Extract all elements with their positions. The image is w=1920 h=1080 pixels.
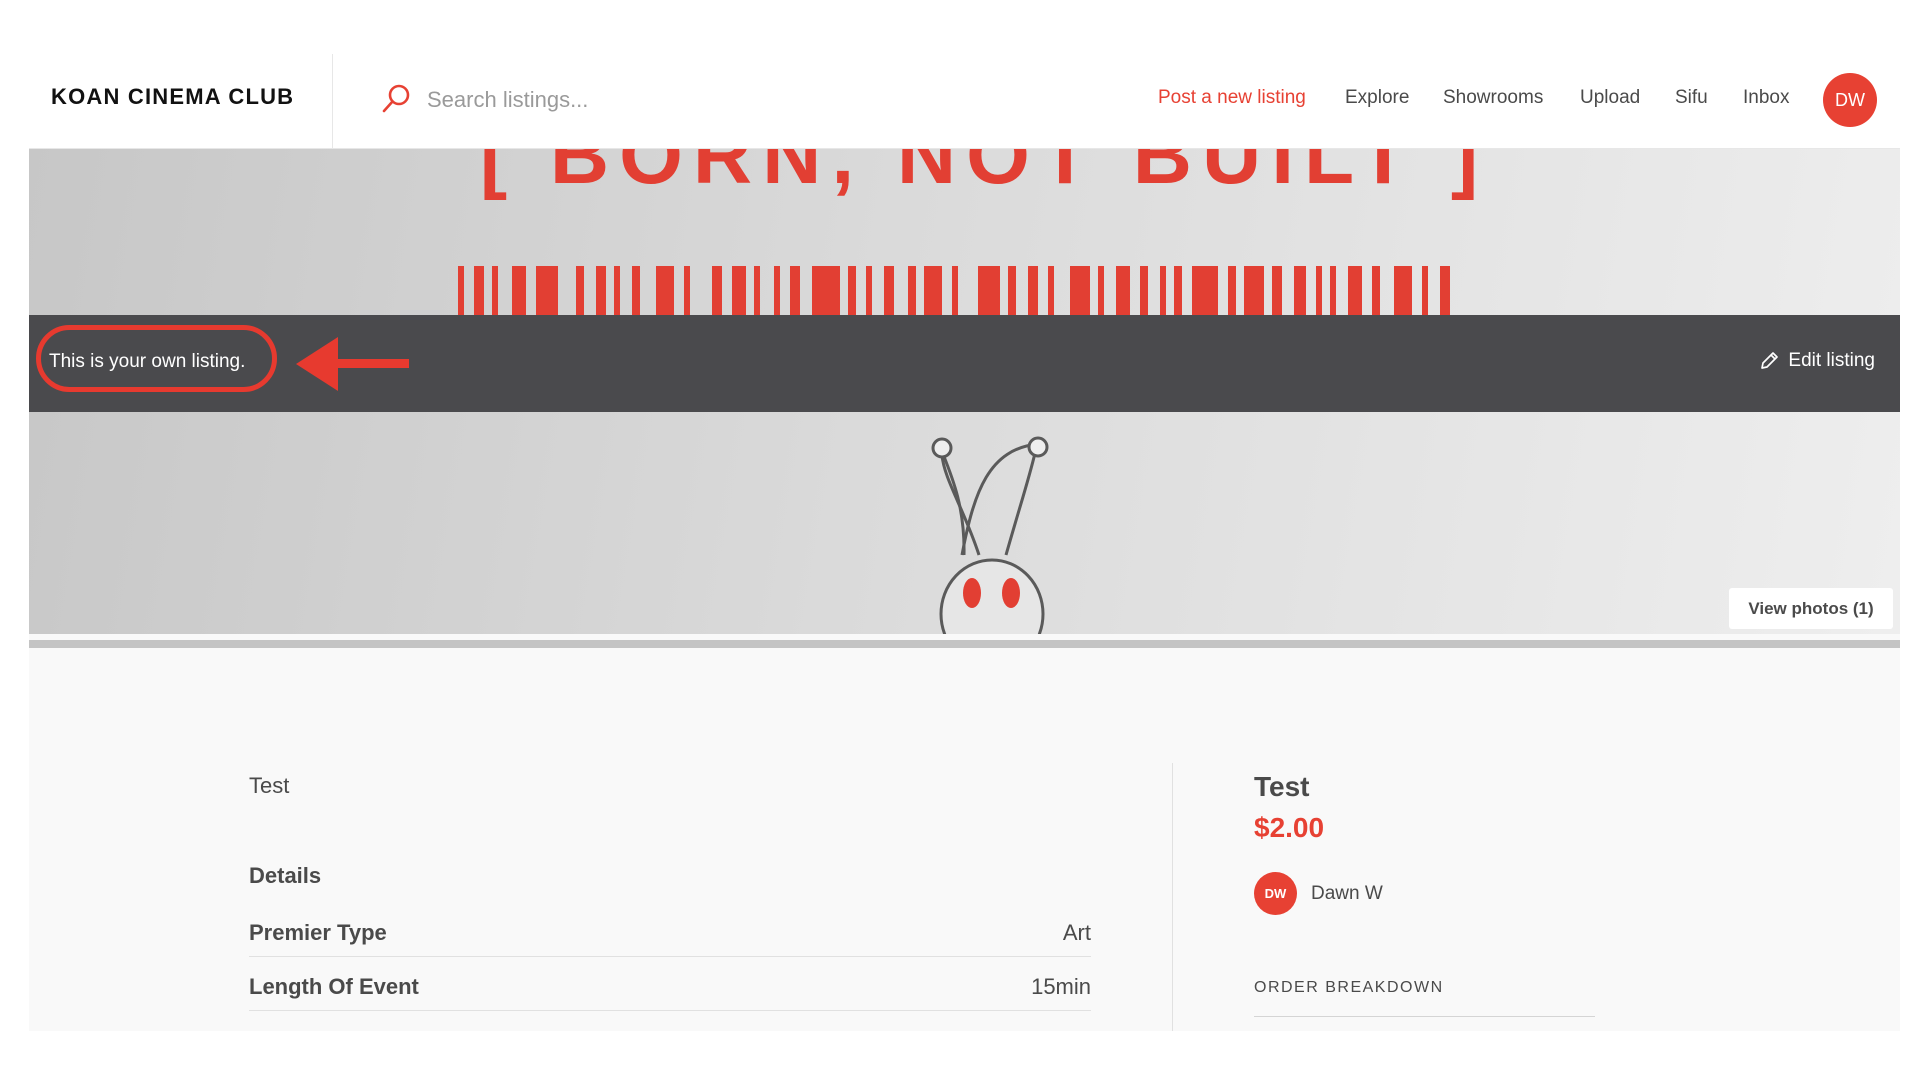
hero-art-text: [ BORN, NOT BUILT ]: [480, 149, 1488, 201]
listing-price: $2.00: [1254, 812, 1325, 843]
view-photos-button[interactable]: View photos (1): [1729, 588, 1893, 629]
nav-showrooms[interactable]: Showrooms: [1443, 87, 1543, 109]
listing-hero-image[interactable]: [ BORN, NOT BUILT ] This is your own lis…: [29, 149, 1900, 634]
details-heading: Details: [249, 863, 322, 888]
site-logo[interactable]: KOAN CINEMA CLUB: [51, 84, 294, 110]
nav-inbox[interactable]: Inbox: [1743, 87, 1789, 109]
detail-row: Length Of Event 15min: [249, 957, 1091, 1011]
top-bar: KOAN CINEMA CLUB Post a new listing Expl…: [29, 0, 1900, 149]
detail-row: Premier Type Art: [249, 903, 1091, 957]
detail-key: Premier Type: [249, 920, 387, 945]
listing-title: Test: [1254, 771, 1310, 802]
robot-mascot-icon: [931, 436, 1049, 634]
search-icon[interactable]: [381, 83, 411, 115]
nav-sifu[interactable]: Sifu: [1675, 87, 1708, 109]
app-window: KOAN CINEMA CLUB Post a new listing Expl…: [29, 0, 1900, 1031]
author-name[interactable]: Dawn W: [1311, 883, 1383, 905]
author-avatar[interactable]: DW: [1254, 872, 1297, 915]
detail-key: Length Of Event: [249, 974, 419, 999]
listing-description: Test: [249, 773, 290, 798]
nav-upload[interactable]: Upload: [1580, 87, 1640, 109]
order-breakdown-divider: [1254, 1016, 1595, 1017]
header-divider: [332, 54, 333, 148]
user-avatar[interactable]: DW: [1823, 73, 1877, 127]
nav-post-listing[interactable]: Post a new listing: [1158, 87, 1306, 109]
arrow-left-icon: [296, 337, 409, 391]
detail-value: Art: [1062, 920, 1091, 945]
content-divider: [1172, 763, 1173, 1031]
detail-value: 15min: [1031, 974, 1091, 999]
own-listing-banner: This is your own listing. Edit listing: [29, 315, 1900, 412]
pencil-icon: [1761, 352, 1779, 369]
order-breakdown-heading: ORDER BREAKDOWN: [1254, 979, 1444, 996]
edit-listing-label: Edit listing: [1788, 350, 1875, 371]
annotation-highlight-ring: [36, 325, 277, 392]
search-input[interactable]: [425, 82, 949, 118]
nav-explore[interactable]: Explore: [1345, 87, 1409, 109]
edit-listing-link[interactable]: Edit listing: [1759, 350, 1875, 372]
hero-bottom-strip: [29, 640, 1900, 648]
